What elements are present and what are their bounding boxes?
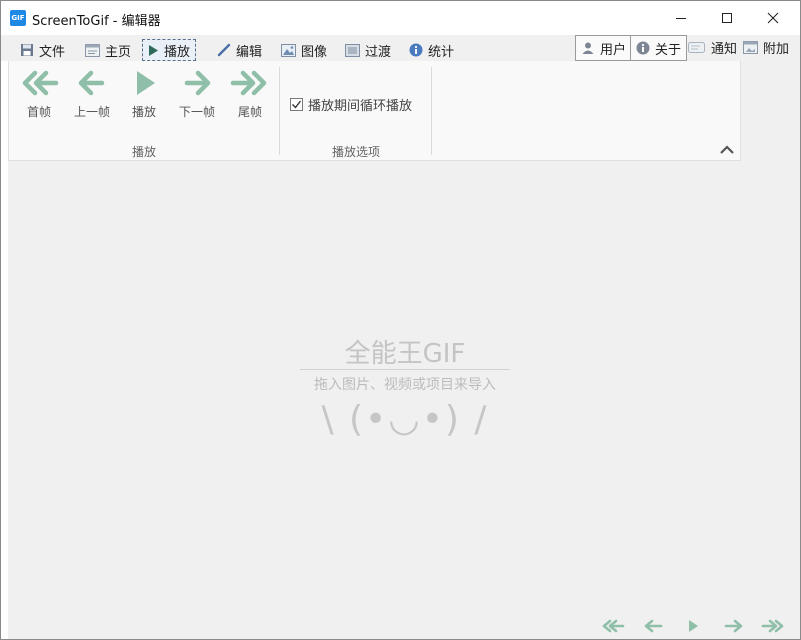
close-button[interactable] — [750, 1, 796, 35]
minimize-button[interactable] — [658, 1, 704, 35]
arrow-left-icon — [78, 70, 105, 96]
extras-icon — [743, 40, 758, 54]
pencil-icon — [217, 43, 231, 57]
info-icon — [409, 43, 423, 57]
empty-state-title: 全能王GIF — [344, 339, 466, 369]
tab-transition-label: 过渡 — [365, 44, 392, 60]
arrow-right-icon — [724, 619, 743, 633]
playback-options-group-label: 播放选项 — [331, 145, 380, 159]
double-arrow-left-icon — [22, 70, 59, 96]
ribbon-panel: 首帧 上一帧 播放 下一帧 尾帧 播放 播放期间循环播放 播放选项 — [8, 61, 741, 161]
group-separator — [431, 67, 432, 155]
empty-state-divider — [300, 369, 510, 370]
arrow-left-icon — [644, 619, 663, 633]
empty-state-emoticon: \ (•◡•) / — [321, 399, 489, 440]
tab-user[interactable]: 用户 — [575, 35, 633, 61]
maximize-icon — [722, 13, 732, 23]
about-info-icon — [636, 41, 650, 55]
nav-last-frame-button[interactable] — [760, 616, 786, 636]
collapse-ribbon-button[interactable] — [717, 141, 737, 157]
tab-image[interactable]: 图像 — [276, 39, 332, 61]
next-frame-button[interactable]: 下一帧 — [170, 69, 224, 125]
floppy-icon — [21, 44, 33, 56]
tab-notifications-label: 通知 — [711, 41, 738, 57]
loop-playback-checkbox[interactable] — [290, 98, 303, 111]
playback-group-label: 播放 — [131, 145, 156, 159]
tab-play-label: 播放 — [164, 44, 191, 60]
title-bar: GIF ScreenToGif - 编辑器 — [1, 1, 800, 35]
arrow-right-icon — [184, 70, 211, 96]
nav-first-frame-button[interactable] — [600, 616, 626, 636]
chevron-up-icon — [720, 145, 734, 154]
tab-edit-label: 编辑 — [236, 44, 263, 60]
play-label: 播放 — [131, 105, 156, 119]
tab-file[interactable]: 文件 — [15, 39, 70, 61]
tab-home-label: 主页 — [105, 44, 132, 60]
empty-state-hint: 拖入图片、视频或项目来导入 — [314, 377, 496, 393]
home-page-icon — [85, 43, 100, 57]
previous-frame-label: 上一帧 — [73, 105, 110, 119]
app-icon: GIF — [10, 10, 26, 26]
double-arrow-left-icon — [602, 619, 625, 633]
checkmark-icon — [292, 100, 302, 109]
first-frame-label: 首帧 — [26, 105, 51, 119]
tab-about-label: 关于 — [655, 42, 682, 58]
tab-user-label: 用户 — [600, 42, 627, 58]
tab-play[interactable]: 播放 — [142, 39, 197, 61]
last-frame-label: 尾帧 — [237, 105, 262, 119]
tab-home[interactable]: 主页 — [80, 39, 136, 61]
editor-window: GIF ScreenToGif - 编辑器 文件 主页 播放 编辑 图像 过渡 … — [0, 0, 801, 640]
tab-statistics[interactable]: 统计 — [404, 39, 459, 61]
previous-frame-button[interactable]: 上一帧 — [65, 69, 119, 125]
transition-icon — [345, 43, 360, 57]
nav-previous-frame-button[interactable] — [641, 616, 667, 636]
minimize-icon — [676, 18, 686, 19]
notification-icon — [688, 41, 705, 53]
tab-image-label: 图像 — [301, 44, 328, 60]
nav-next-frame-button[interactable] — [720, 616, 746, 636]
first-frame-button[interactable]: 首帧 — [12, 69, 66, 125]
double-arrow-right-icon — [761, 619, 784, 633]
tab-file-label: 文件 — [39, 44, 66, 60]
play-triangle-icon — [689, 620, 698, 632]
tab-transition[interactable]: 过渡 — [340, 39, 396, 61]
frame-canvas-area[interactable]: 全能王GIF 拖入图片、视频或项目来导入 \ (•◡•) / — [8, 161, 800, 639]
tab-extras-label: 附加 — [763, 41, 790, 57]
ribbon-right-filler — [741, 61, 800, 161]
loop-playback-label: 播放期间循环播放 — [308, 99, 413, 114]
play-triangle-icon — [137, 71, 155, 95]
loop-playback-option[interactable]: 播放期间循环播放 — [290, 95, 412, 114]
maximize-button[interactable] — [704, 1, 750, 35]
tab-extras[interactable]: 附加 — [738, 36, 794, 58]
tab-edit[interactable]: 编辑 — [212, 39, 267, 61]
user-icon — [582, 42, 594, 54]
nav-play-button[interactable] — [680, 616, 706, 636]
tab-about[interactable]: 关于 — [630, 35, 688, 61]
window-title: ScreenToGif - 编辑器 — [32, 14, 161, 29]
double-arrow-right-icon — [230, 70, 267, 96]
play-icon — [149, 44, 158, 56]
close-icon — [767, 12, 779, 24]
last-frame-button[interactable]: 尾帧 — [223, 69, 277, 125]
play-button[interactable]: 播放 — [117, 69, 171, 125]
ribbon-tab-strip: 文件 主页 播放 编辑 图像 过渡 统计 用户 关于 通知 附加 — [1, 35, 800, 61]
tab-notifications[interactable]: 通知 — [683, 36, 742, 58]
tab-statistics-label: 统计 — [428, 44, 455, 60]
group-separator — [279, 67, 280, 155]
next-frame-label: 下一帧 — [178, 105, 215, 119]
image-icon — [281, 43, 296, 57]
